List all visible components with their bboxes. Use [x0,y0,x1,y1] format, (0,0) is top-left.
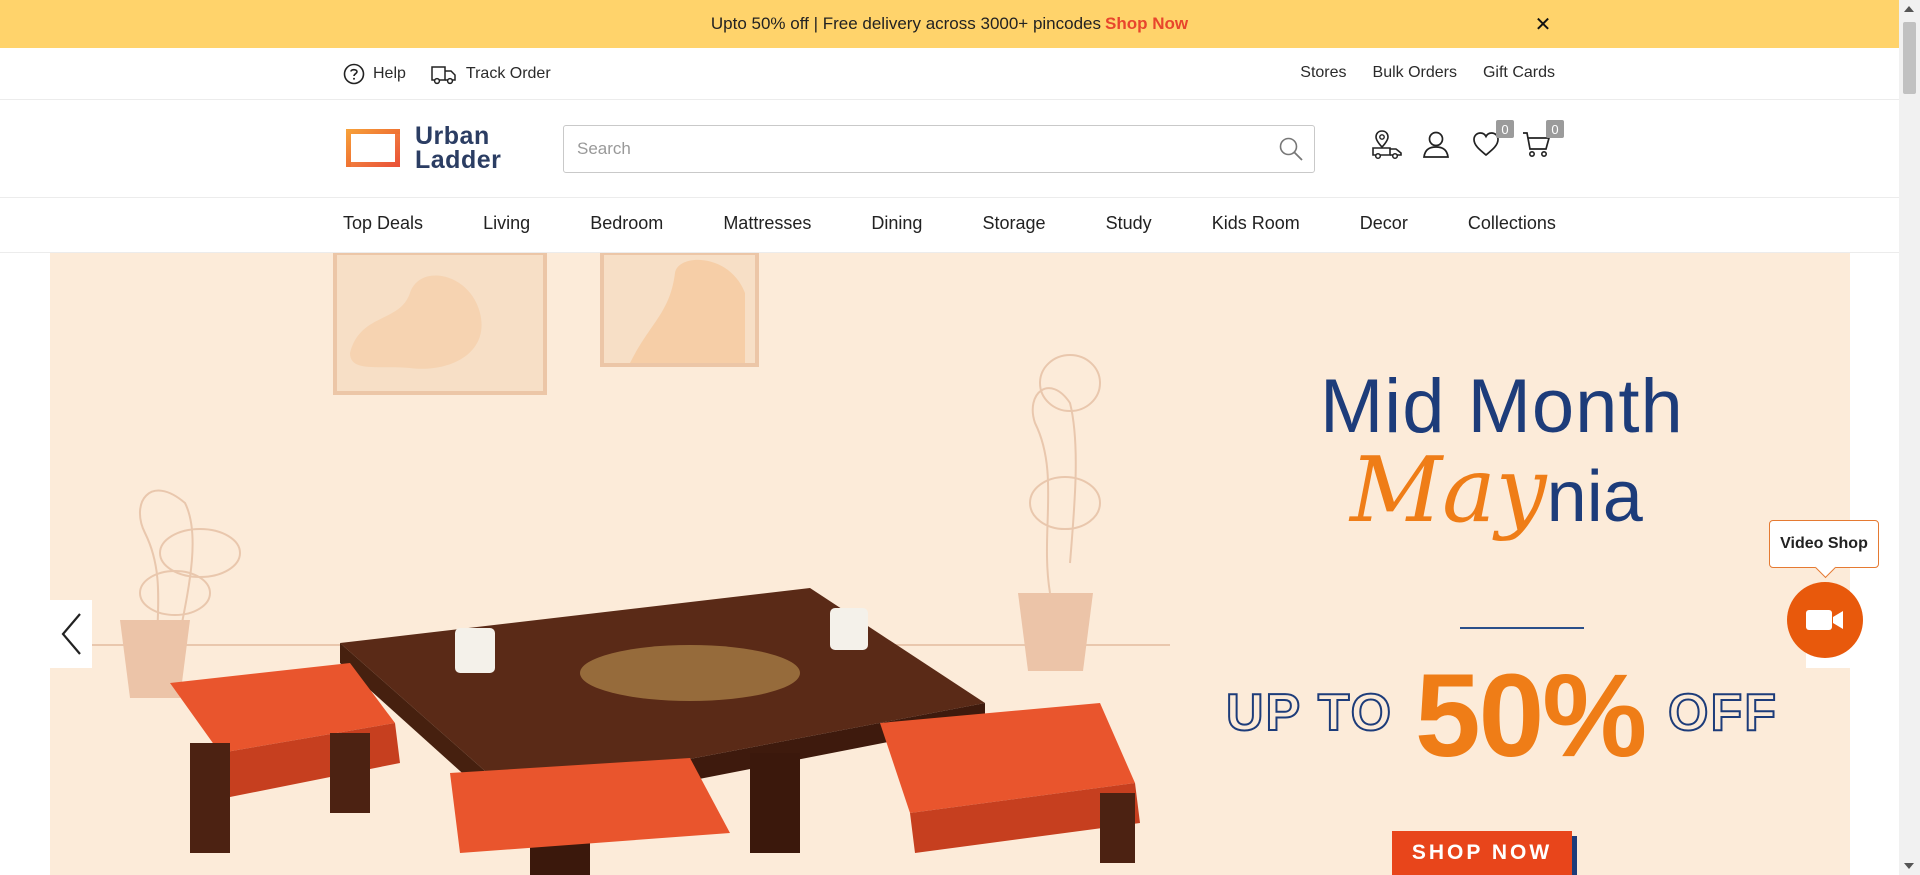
hero-title: Mid Month [1320,364,1684,449]
promo-shop-now-link[interactable]: Shop Now [1105,14,1188,34]
cart-button[interactable]: 0 [1520,120,1564,160]
nav-item-top-deals[interactable]: Top Deals [343,213,423,234]
hero-shop-now-button[interactable]: SHOP NOW [1392,831,1572,875]
category-nav: Top Deals Living Bedroom Mattresses Dini… [0,198,1899,253]
nav-item-mattresses[interactable]: Mattresses [723,213,811,234]
close-icon[interactable]: ✕ [1530,11,1556,37]
urban-ladder-logo[interactable]: Urban Ladder [343,122,502,174]
gift-cards-link[interactable]: Gift Cards [1483,64,1555,82]
hero-subtitle: Maynia [1350,438,1643,543]
promo-banner: Upto 50% off | Free delivery across 3000… [0,0,1899,48]
help-icon [343,63,365,85]
help-label: Help [373,65,406,82]
nav-item-living[interactable]: Living [483,213,530,234]
stores-link[interactable]: Stores [1300,64,1346,82]
nav-item-study[interactable]: Study [1106,213,1152,234]
nav-item-storage[interactable]: Storage [983,213,1046,234]
hero-percent-text: 50% [1415,650,1647,782]
promo-text: Upto 50% off | Free delivery across 3000… [710,14,1102,33]
scroll-up-arrow-icon[interactable] [1904,6,1914,12]
logo-line1: Urban [415,122,490,150]
search-input[interactable] [564,126,1244,172]
wishlist-count-badge: 0 [1496,120,1514,138]
scrollbar-thumb[interactable] [1903,22,1916,94]
utility-right: Stores Bulk Orders Gift Cards [1300,64,1555,82]
hero-divider [1460,627,1584,629]
nav-item-dining[interactable]: Dining [871,213,922,234]
hero-banner[interactable]: Mid Month Maynia UP TO 50% OFF SHOP NOW [50,253,1850,875]
logo-mark-icon [346,129,400,167]
wishlist-button[interactable]: 0 [1470,120,1514,160]
nav-item-collections[interactable]: Collections [1468,213,1556,234]
nav-item-bedroom[interactable]: Bedroom [590,213,663,234]
search-box [563,125,1315,173]
utility-bar: Help Track Order Stores Bulk Orders Gift… [0,48,1899,100]
logo-line2: Ladder [415,146,502,174]
bulk-orders-link[interactable]: Bulk Orders [1373,64,1457,82]
utility-left: Help Track Order [343,62,551,86]
hero-upto-text: UP TO [1225,683,1394,743]
account-button[interactable] [1420,128,1452,160]
help-link[interactable]: Help [343,63,406,85]
hero-off-text: OFF [1667,683,1778,743]
logo-wordmark: Urban Ladder [415,122,502,174]
video-camera-icon [1806,610,1843,630]
hero-subtitle-tail: nia [1546,457,1643,537]
store-locator-button[interactable] [1370,128,1402,160]
video-shop-label[interactable]: Video Shop [1769,520,1879,568]
main-header: Urban Ladder Search 0 0 [0,100,1899,198]
user-icon [1423,131,1449,158]
cart-count-badge: 0 [1546,120,1564,138]
nav-item-decor[interactable]: Decor [1360,213,1408,234]
carousel-prev-button[interactable] [50,600,92,668]
hero-subtitle-script: May [1350,438,1547,543]
truck-location-icon [1372,130,1402,160]
scroll-down-arrow-icon[interactable] [1904,863,1914,869]
nav-item-kids-room[interactable]: Kids Room [1212,213,1300,234]
truck-icon [431,66,456,85]
track-order-label: Track Order [465,65,551,82]
track-order-link[interactable]: Track Order [430,62,551,86]
page-scrollbar[interactable] [1899,0,1920,875]
chevron-left-icon [61,613,81,655]
header-icons: 0 0 [1370,120,1564,160]
search-icon[interactable] [1278,136,1304,162]
video-shop-button[interactable] [1787,582,1863,658]
